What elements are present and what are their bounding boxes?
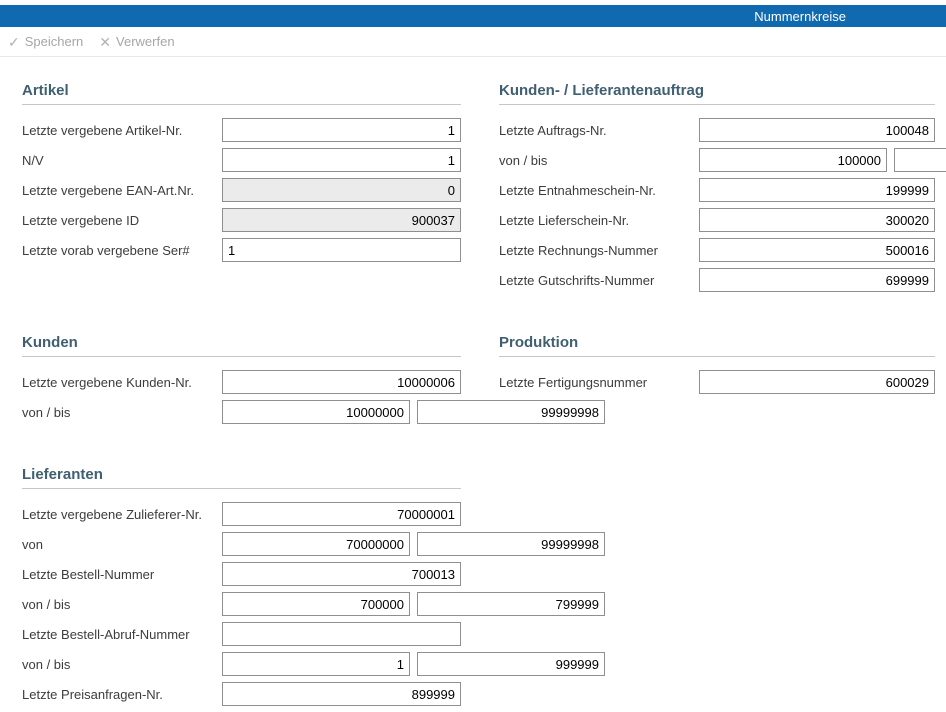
letzte-rechnungs-nummer-input[interactable] bbox=[699, 238, 935, 262]
toolbar: ✓ Speichern ✕ Verwerfen bbox=[0, 27, 946, 57]
nv-input[interactable] bbox=[222, 148, 461, 172]
form-row: von / bis bbox=[22, 592, 461, 616]
section-heading: Kunden- / Lieferantenauftrag bbox=[499, 82, 935, 105]
section-lieferanten: Lieferanten Letzte vergebene Zulieferer-… bbox=[22, 466, 461, 712]
vorab-sernr-input[interactable] bbox=[222, 238, 461, 262]
letzte-kunden-nr-input[interactable] bbox=[222, 370, 461, 394]
field-label: Letzte Fertigungsnummer bbox=[499, 375, 699, 390]
letzte-lieferschein-nr-input[interactable] bbox=[699, 208, 935, 232]
field-label: von / bis bbox=[22, 405, 222, 420]
field-label: von / bis bbox=[499, 153, 699, 168]
form-row: von / bis bbox=[22, 400, 461, 424]
field-label: Letzte vorab vergebene Ser# bbox=[22, 243, 222, 258]
form-row: Letzte Entnahmeschein-Nr. bbox=[499, 178, 935, 202]
letzte-artikel-nr-input[interactable] bbox=[222, 118, 461, 142]
form-content: Artikel Letzte vergebene Artikel-Nr. N/V… bbox=[0, 57, 946, 712]
kunden-bis-input[interactable] bbox=[417, 400, 605, 424]
checkmark-icon: ✓ bbox=[8, 35, 20, 49]
form-row: Letzte vergebene Artikel-Nr. bbox=[22, 118, 461, 142]
save-button-label: Speichern bbox=[25, 34, 84, 49]
field-label: Letzte Bestell-Abruf-Nummer bbox=[22, 627, 222, 642]
form-row: Letzte vergebene Kunden-Nr. bbox=[22, 370, 461, 394]
form-row: Letzte Gutschrifts-Nummer bbox=[499, 268, 935, 292]
field-label: Letzte Rechnungs-Nummer bbox=[499, 243, 699, 258]
form-row: Letzte Bestell-Abruf-Nummer bbox=[22, 622, 461, 646]
ean-art-nr-input bbox=[222, 178, 461, 202]
window-titlebar: Nummernkreise bbox=[0, 5, 946, 27]
letzte-bestell-abruf-nummer-input[interactable] bbox=[222, 622, 461, 646]
form-row: N/V bbox=[22, 148, 461, 172]
field-label: von / bis bbox=[22, 657, 222, 672]
field-label: Letzte Gutschrifts-Nummer bbox=[499, 273, 699, 288]
form-row: Letzte Lieferschein-Nr. bbox=[499, 208, 935, 232]
lieferanten-bis-input[interactable] bbox=[417, 532, 605, 556]
letzte-preisanfragen-nr-input[interactable] bbox=[222, 682, 461, 706]
field-label: von bbox=[22, 537, 222, 552]
section-kunden: Kunden Letzte vergebene Kunden-Nr. von /… bbox=[22, 334, 461, 430]
close-icon: ✕ bbox=[99, 35, 111, 49]
discard-button[interactable]: ✕ Verwerfen bbox=[99, 34, 174, 49]
field-label: Letzte vergebene Zulieferer-Nr. bbox=[22, 507, 222, 522]
kunden-von-input[interactable] bbox=[222, 400, 410, 424]
form-row: Letzte vorab vergebene Ser# bbox=[22, 238, 461, 262]
bestell-abruf-von-input[interactable] bbox=[222, 652, 410, 676]
field-label: Letzte vergebene EAN-Art.Nr. bbox=[22, 183, 222, 198]
section-produktion: Produktion Letzte Fertigungsnummer bbox=[499, 334, 935, 400]
field-label: von / bis bbox=[22, 597, 222, 612]
form-row: Letzte vergebene EAN-Art.Nr. bbox=[22, 178, 461, 202]
section-artikel: Artikel Letzte vergebene Artikel-Nr. N/V… bbox=[22, 82, 461, 268]
field-label: Letzte Bestell-Nummer bbox=[22, 567, 222, 582]
field-label: N/V bbox=[22, 153, 222, 168]
form-row: von / bis bbox=[499, 148, 935, 172]
form-row: von bbox=[22, 532, 461, 556]
letzte-zulieferer-nr-input[interactable] bbox=[222, 502, 461, 526]
letzte-entnahmeschein-nr-input[interactable] bbox=[699, 178, 935, 202]
field-label: Letzte Entnahmeschein-Nr. bbox=[499, 183, 699, 198]
letzte-id-input bbox=[222, 208, 461, 232]
bestell-abruf-bis-input[interactable] bbox=[417, 652, 605, 676]
letzte-bestell-nummer-input[interactable] bbox=[222, 562, 461, 586]
field-label: Letzte Preisanfragen-Nr. bbox=[22, 687, 222, 702]
field-label: Letzte Auftrags-Nr. bbox=[499, 123, 699, 138]
form-row: Letzte Rechnungs-Nummer bbox=[499, 238, 935, 262]
section-heading: Kunden bbox=[22, 334, 461, 357]
field-label: Letzte vergebene ID bbox=[22, 213, 222, 228]
lieferanten-von-input[interactable] bbox=[222, 532, 410, 556]
section-heading: Artikel bbox=[22, 82, 461, 105]
section-heading: Produktion bbox=[499, 334, 935, 357]
field-label: Letzte Lieferschein-Nr. bbox=[499, 213, 699, 228]
form-row: Letzte vergebene Zulieferer-Nr. bbox=[22, 502, 461, 526]
form-row: Letzte Preisanfragen-Nr. bbox=[22, 682, 461, 706]
letzte-fertigungsnummer-input[interactable] bbox=[699, 370, 935, 394]
form-row: Letzte Fertigungsnummer bbox=[499, 370, 935, 394]
section-heading: Lieferanten bbox=[22, 466, 461, 489]
page-title: Nummernkreise bbox=[754, 9, 846, 24]
letzte-gutschrifts-nummer-input[interactable] bbox=[699, 268, 935, 292]
form-row: Letzte Auftrags-Nr. bbox=[499, 118, 935, 142]
auftrag-bis-input[interactable] bbox=[894, 148, 946, 172]
section-auftrag: Kunden- / Lieferantenauftrag Letzte Auft… bbox=[499, 82, 935, 298]
field-label: Letzte vergebene Kunden-Nr. bbox=[22, 375, 222, 390]
discard-button-label: Verwerfen bbox=[116, 34, 175, 49]
letzte-auftrags-nr-input[interactable] bbox=[699, 118, 935, 142]
bestell-bis-input[interactable] bbox=[417, 592, 605, 616]
bestell-von-input[interactable] bbox=[222, 592, 410, 616]
auftrag-von-input[interactable] bbox=[699, 148, 887, 172]
form-row: Letzte vergebene ID bbox=[22, 208, 461, 232]
form-row: von / bis bbox=[22, 652, 461, 676]
form-row: Letzte Bestell-Nummer bbox=[22, 562, 461, 586]
save-button[interactable]: ✓ Speichern bbox=[8, 34, 83, 49]
field-label: Letzte vergebene Artikel-Nr. bbox=[22, 123, 222, 138]
